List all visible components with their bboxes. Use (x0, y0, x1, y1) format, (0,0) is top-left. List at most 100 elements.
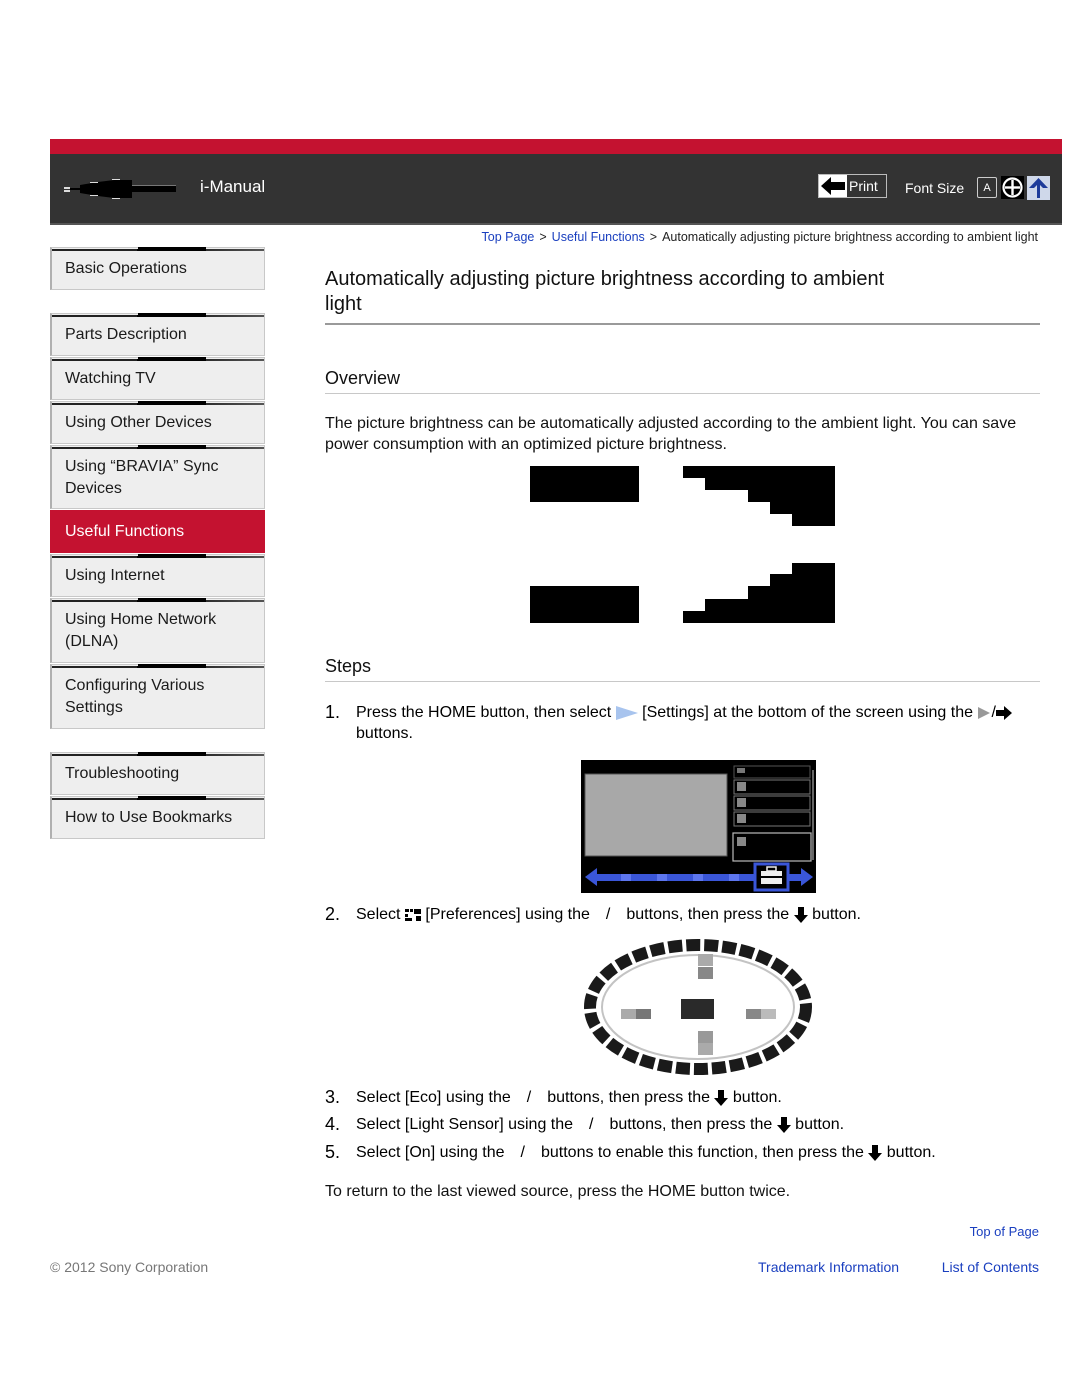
step-slash: / (520, 1144, 525, 1161)
sidebar-item-label: Troubleshooting (65, 765, 180, 782)
breadcrumb: Top Page > Useful Functions > Automatically … (482, 230, 1038, 244)
step-text: Press the HOME button, then select [Sett… (356, 702, 1041, 744)
scroll-top-arrow-icon[interactable] (1027, 176, 1050, 200)
sidebar-item-using-other-devices[interactable]: Using Other Devices (50, 401, 265, 444)
left-arrow-gray-icon (978, 706, 991, 719)
home-menu-screen-illustration (581, 760, 816, 893)
print-button[interactable]: Print (818, 174, 887, 198)
step-text-part: buttons to enable this function, then pr… (540, 1144, 864, 1161)
sidebar-item-watching-tv[interactable]: Watching TV (50, 357, 265, 400)
overview-heading: Overview (325, 368, 401, 388)
breadcrumb-top-page[interactable]: Top Page (482, 230, 535, 244)
step-number: 5. (325, 1142, 341, 1162)
font-size-increase-icon[interactable] (1001, 176, 1024, 199)
step-text: Select [Preferences] using the / buttons, … (356, 904, 1041, 925)
bright-room-shape-bottom (683, 563, 835, 623)
steps-divider (325, 681, 1040, 682)
return-note: To return to the last viewed source, pre… (325, 1183, 791, 1200)
step-text-part: button. (886, 1144, 936, 1161)
sidebar-item-bookmarks[interactable]: How to Use Bookmarks (50, 796, 265, 839)
brightness-illustration (530, 466, 835, 623)
sidebar-item-label: Parts Description (65, 326, 187, 343)
sidebar-item-useful-functions[interactable]: Useful Functions (50, 510, 265, 553)
dark-room-bar-bottom (530, 586, 639, 623)
page-title: Automatically adjusting picture brightne… (325, 268, 885, 315)
step-text-part: button. (812, 906, 861, 923)
sidebar-item-label: Using “BRAVIA” Sync Devices (65, 458, 219, 497)
trademark-link[interactable]: Trademark Information (758, 1259, 899, 1275)
sidebar-item-label: How to Use Bookmarks (65, 809, 233, 826)
item-top-rule (52, 796, 264, 800)
preferences-icon (404, 908, 421, 921)
sidebar-item-label: Basic Operations (65, 260, 187, 277)
breadcrumb-current: Automatically adjusting picture brightne… (662, 230, 1038, 244)
step-text-part: buttons, then press the (547, 1089, 710, 1106)
item-top-rule (52, 554, 264, 558)
copyright-text: © 2012 Sony Corporation (50, 1259, 209, 1275)
font-size-default-button[interactable]: A (977, 177, 997, 198)
header-bottom-edge (50, 223, 1062, 225)
sidebar-item-basic-operations[interactable]: Basic Operations (50, 247, 265, 290)
step-number: 3. (325, 1087, 341, 1107)
sidebar-item-label: Using Internet (65, 567, 165, 584)
item-top-rule (52, 445, 264, 449)
step-number: 2. (325, 904, 341, 924)
bright-room-shape-top (683, 466, 835, 526)
step-text-part: [Settings] at the bottom of the screen u… (642, 704, 974, 721)
sidebar-item-label: Watching TV (65, 370, 156, 387)
breadcrumb-separator: > (649, 230, 658, 244)
step-slash: / (605, 906, 611, 923)
overview-divider (325, 393, 1040, 394)
print-label: Print (849, 178, 878, 194)
down-arrow-icon (793, 906, 808, 923)
sidebar-item-label: Useful Functions (65, 523, 185, 540)
down-arrow-icon (868, 1144, 883, 1161)
step-text-part: Select [Eco] using the (356, 1089, 511, 1106)
down-arrow-icon (714, 1089, 729, 1106)
title-divider (325, 323, 1040, 325)
item-top-rule (52, 664, 264, 668)
sidebar-item-home-network[interactable]: Using Home Network (DLNA) (50, 598, 265, 663)
breadcrumb-useful-functions[interactable]: Useful Functions (552, 230, 645, 244)
sidebar-item-bravia-sync[interactable]: Using “BRAVIA” Sync Devices (50, 445, 265, 509)
right-arrow-icon (995, 705, 1012, 720)
sidebar-item-label: Using Home Network (DLNA) (65, 611, 217, 650)
item-top-rule (52, 313, 264, 317)
sidebar-item-parts-description[interactable]: Parts Description (50, 313, 265, 356)
item-top-rule (52, 401, 264, 405)
sidebar-item-using-internet[interactable]: Using Internet (50, 554, 265, 597)
down-arrow-icon (776, 1116, 791, 1133)
settings-triangle-icon (615, 705, 638, 720)
sidebar-item-label: Using Other Devices (65, 414, 212, 431)
sidebar-item-configuring-settings[interactable]: Configuring Various Settings (50, 664, 265, 729)
step-text-part: [Preferences] using the (425, 906, 590, 923)
breadcrumb-separator: > (539, 230, 547, 244)
step-text-part: Select (356, 906, 401, 923)
sidebar-item-troubleshooting[interactable]: Troubleshooting (50, 752, 265, 795)
step-slash: / (526, 1089, 532, 1106)
step-text-part: buttons. (356, 725, 413, 742)
dark-room-bar-top (530, 466, 639, 502)
item-top-rule (52, 247, 264, 251)
item-top-rule (52, 598, 264, 602)
step-text-part: button. (732, 1089, 782, 1106)
top-of-page-link[interactable]: Top of Page (970, 1224, 1039, 1239)
remote-dpad-illustration (584, 939, 812, 1075)
header-bar: i-Manual Print Font Size A (50, 139, 1062, 225)
step-text-part: Press the HOME button, then select (356, 704, 612, 721)
sidebar-item-label: Configuring Various Settings (65, 677, 205, 716)
step-text-part: button. (795, 1116, 845, 1133)
step-text-part: buttons, then press the (626, 906, 790, 923)
font-size-label: Font Size (905, 180, 965, 196)
step-text: Select [On] using the / buttons to enable … (356, 1142, 1041, 1163)
step-text-part: Select [Light Sensor] using the (356, 1116, 574, 1133)
step-number: 4. (325, 1114, 341, 1134)
step-text: Select [Eco] using the / buttons, then pre… (356, 1087, 1041, 1108)
item-top-rule (52, 357, 264, 361)
step-slash: / (589, 1116, 594, 1133)
app-title: i-Manual (200, 177, 266, 196)
step-text-part: Select [On] using the (356, 1144, 505, 1161)
list-of-contents-link[interactable]: List of Contents (942, 1259, 1039, 1275)
header-red-stripe (50, 139, 1062, 154)
step-text-part: buttons, then press the (609, 1116, 773, 1133)
